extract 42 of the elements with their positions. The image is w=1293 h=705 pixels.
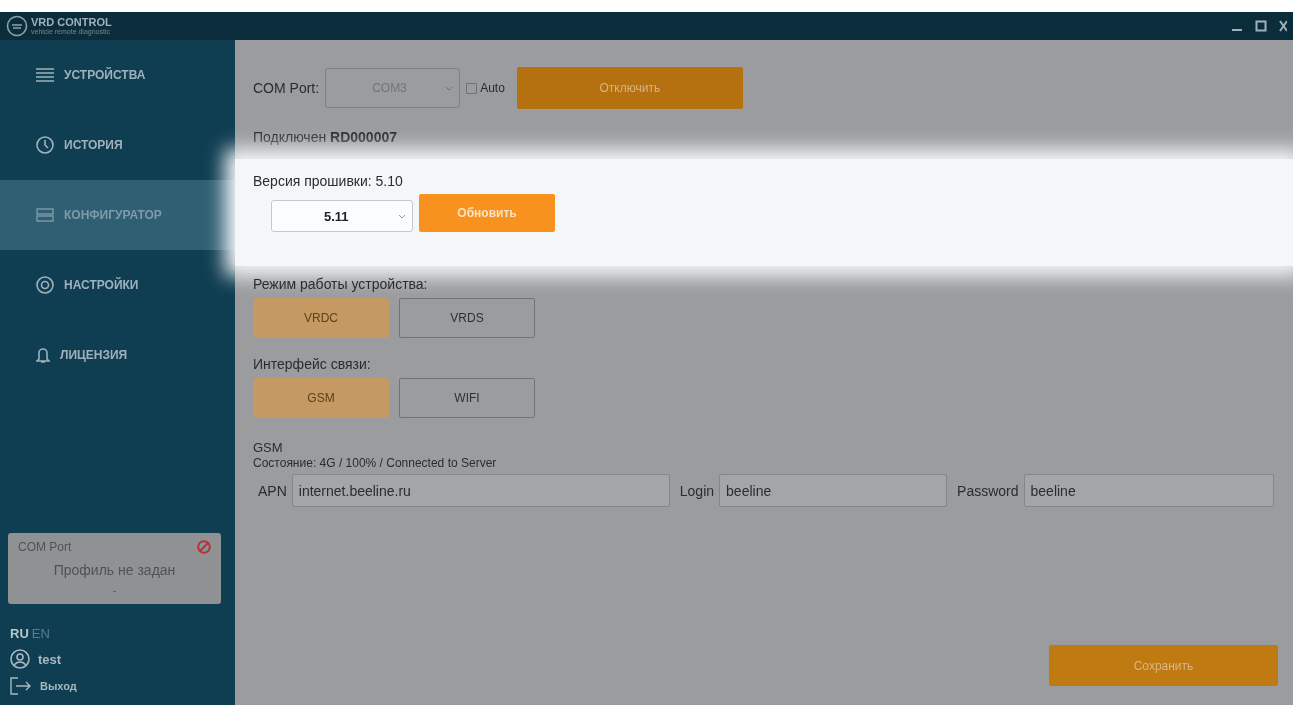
- gsm-status: Состояние: 4G / 100% / Connected to Server: [253, 456, 498, 470]
- firmware-version-label: Версия прошивки: 5.10: [253, 173, 404, 189]
- logout-icon: [10, 677, 32, 695]
- config-icon: [36, 208, 54, 222]
- user-name: test: [38, 651, 62, 667]
- input-field[interactable]: beeline: [1023, 474, 1274, 507]
- list-icon: [36, 68, 54, 82]
- chevron-icon: [445, 85, 454, 91]
- nav-item[interactable]: ИСТОРИЯ: [0, 110, 235, 180]
- nav-item[interactable]: ЛИЦЕНЗИЯ: [0, 320, 235, 390]
- field-label: APN: [258, 482, 287, 499]
- close-icon[interactable]: [1279, 20, 1287, 32]
- version-select[interactable]: 5.11: [271, 200, 413, 232]
- connection-status: Подключен RD000007: [253, 129, 397, 145]
- gsm-title: GSM: [253, 440, 284, 455]
- logo-icon: [6, 15, 28, 37]
- interface-toggle[interactable]: WIFI: [399, 378, 535, 418]
- language-option[interactable]: RU: [10, 626, 29, 641]
- field-label: Login: [679, 482, 715, 499]
- mode-label: Режим работы устройства:: [253, 276, 429, 292]
- input-field[interactable]: internet.beeline.ru: [291, 474, 670, 507]
- nav-item[interactable]: НАСТРОЙКИ: [0, 250, 235, 320]
- interface-label: Интерфейс связи:: [253, 356, 372, 372]
- user-icon: [10, 649, 30, 669]
- interface-toggle[interactable]: GSM: [253, 378, 389, 418]
- mode-toggle[interactable]: VRDC: [253, 298, 389, 338]
- bell-icon: [36, 346, 50, 364]
- clock-icon: [36, 136, 54, 154]
- profile-text: Профиль не задан: [52, 562, 177, 578]
- nav-item[interactable]: УСТРОЙСТВА: [0, 40, 235, 110]
- field-label: Password: [957, 482, 1019, 499]
- gear-icon: [36, 276, 54, 294]
- mode-toggle[interactable]: VRDS: [399, 298, 535, 338]
- maximize-icon[interactable]: [1255, 20, 1267, 32]
- app-logo-text: VRD CONTROL: [31, 17, 112, 28]
- profile-value: -: [111, 584, 118, 596]
- chevron-icon: [398, 213, 406, 219]
- input-field[interactable]: beeline: [719, 474, 948, 507]
- com-port-label: COM Port:: [253, 80, 320, 96]
- card-title: COM Port: [18, 540, 72, 554]
- auto-checkbox[interactable]: Auto: [466, 81, 505, 95]
- logout-link[interactable]: Выход: [0, 669, 235, 695]
